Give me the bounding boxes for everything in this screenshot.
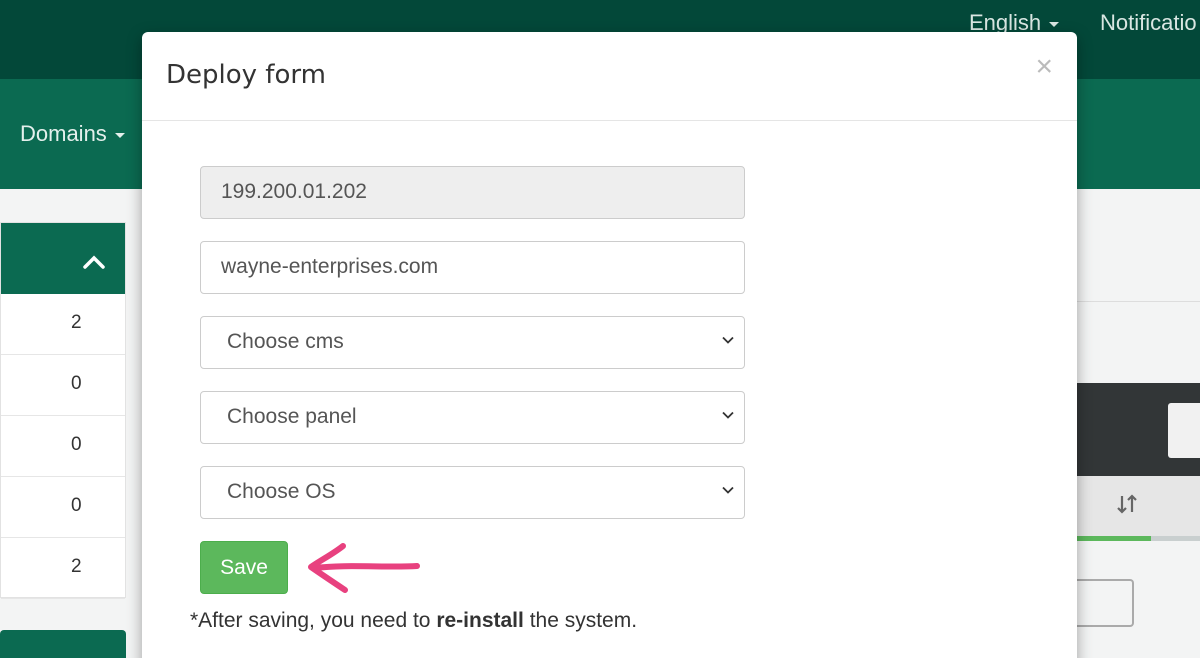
domain-value: wayne-enterprises.com [221,255,439,278]
note-suffix: the system. [523,609,638,632]
chevron-down-icon [722,411,734,419]
note-bold: re-install [436,609,524,632]
os-select[interactable]: Choose OS [200,466,745,519]
save-button[interactable]: Save [200,541,288,594]
domain-field[interactable]: wayne-enterprises.com [200,241,745,294]
reinstall-note: *After saving, you need to re-install th… [190,609,637,633]
deploy-form-modal: Deploy form × 199.200.01.202 wayne-enter… [142,32,1077,658]
note-prefix: *After saving, you need to [190,609,437,632]
cms-select[interactable]: Choose cms [200,316,745,369]
modal-header: Deploy form × [142,32,1077,121]
cms-select-value: Choose cms [227,330,344,353]
ip-value: 199.200.01.202 [221,180,367,203]
arrow-left-icon [308,543,420,593]
modal-title: Deploy form [166,60,326,90]
panel-select-value: Choose panel [227,405,357,428]
chevron-down-icon [722,336,734,344]
ip-field[interactable]: 199.200.01.202 [200,166,745,219]
close-icon[interactable]: × [1035,52,1053,82]
chevron-down-icon [722,486,734,494]
os-select-value: Choose OS [227,480,336,503]
panel-select[interactable]: Choose panel [200,391,745,444]
